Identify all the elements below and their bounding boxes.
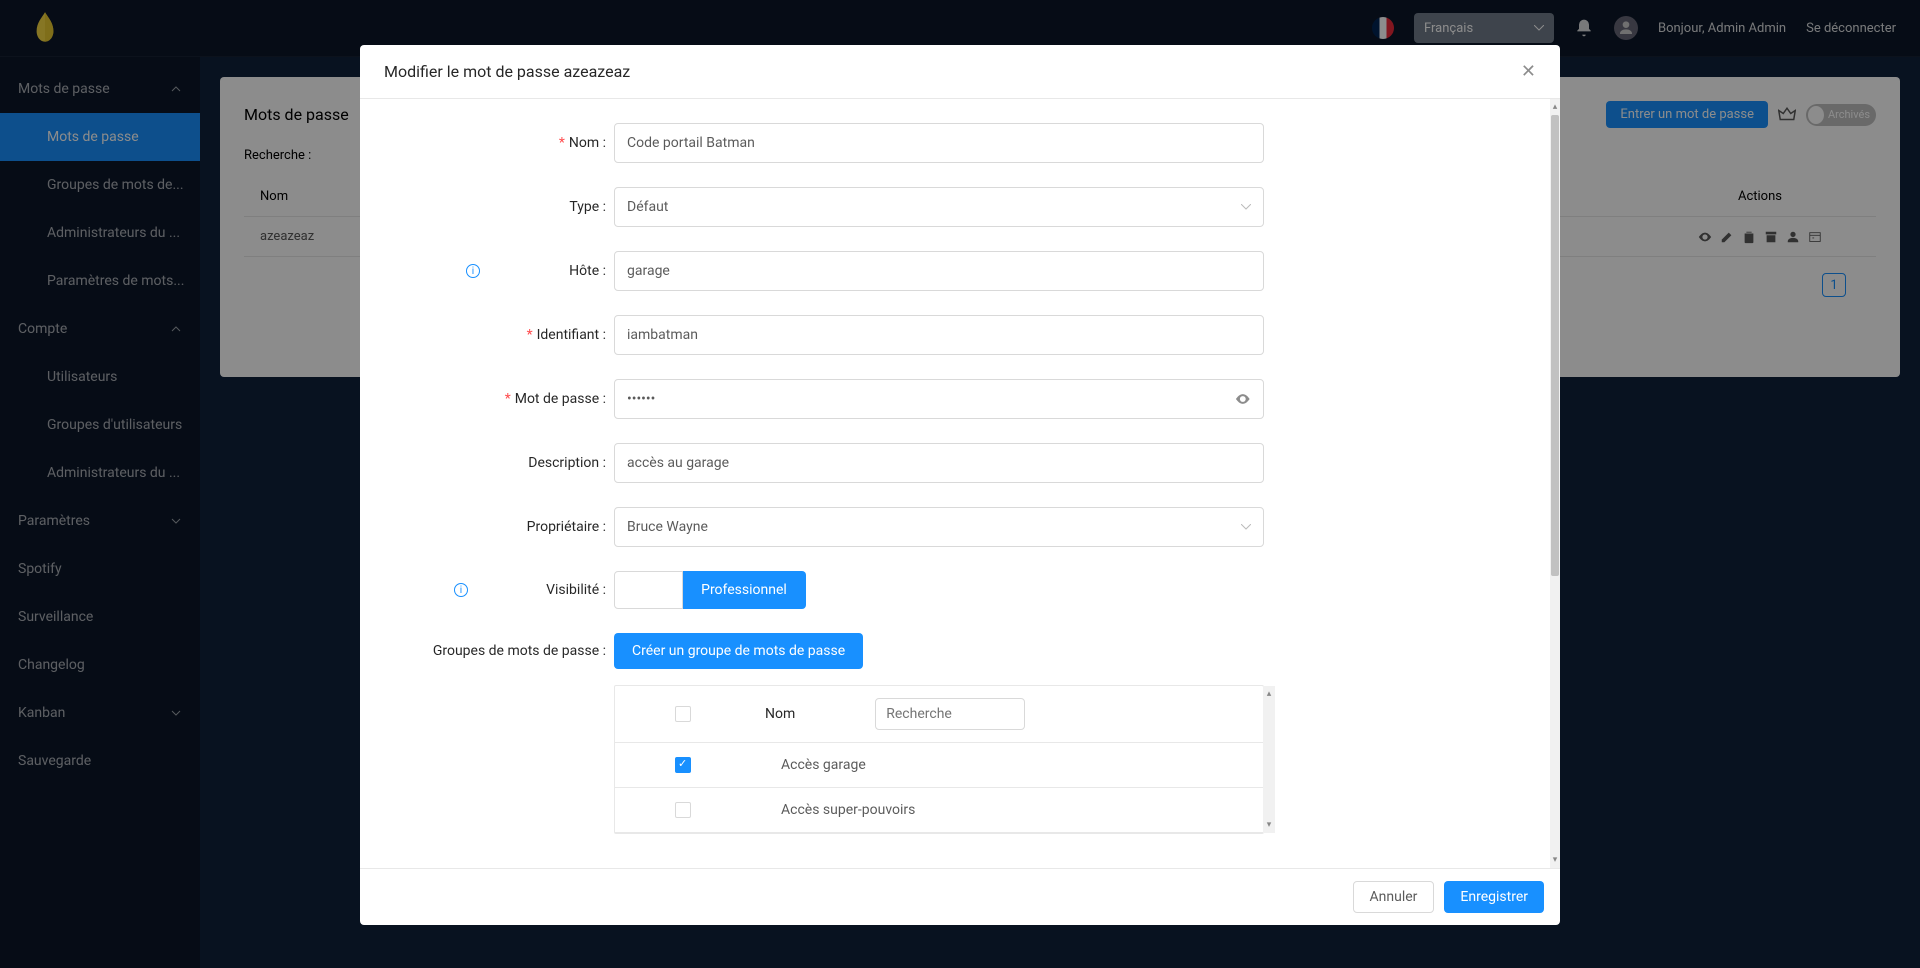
scroll-down-icon[interactable]: ▾	[1267, 817, 1272, 833]
modal-scrollbar[interactable]: ▴ ▾	[1550, 99, 1560, 868]
label-description: Description :	[384, 455, 614, 471]
description-input[interactable]	[627, 455, 1251, 471]
group-name: Accès garage	[781, 757, 866, 773]
visibility-prive[interactable]: Privé	[614, 571, 683, 609]
label-motdepasse: *Mot de passe :	[384, 391, 614, 407]
label-groupes: Groupes de mots de passe :	[384, 633, 614, 659]
info-icon[interactable]: i	[466, 264, 480, 278]
password-input[interactable]	[627, 391, 1235, 407]
label-visibilite: iVisibilité :	[384, 582, 614, 598]
group-row: Accès garage	[615, 743, 1263, 788]
scroll-thumb[interactable]	[1551, 115, 1559, 576]
nom-input[interactable]	[627, 135, 1251, 151]
info-icon[interactable]: i	[454, 583, 468, 597]
select-all-checkbox[interactable]	[675, 706, 691, 722]
owner-select[interactable]: Bruce Wayne	[614, 507, 1264, 547]
modal-title: Modifier le mot de passe azeazeaz	[384, 62, 630, 81]
label-nom: *Nom :	[384, 135, 614, 151]
save-button[interactable]: Enregistrer	[1444, 881, 1544, 913]
scroll-up-icon[interactable]: ▴	[1267, 686, 1272, 702]
group-row: Accès super-pouvoirs	[615, 788, 1263, 833]
group-name: Accès super-pouvoirs	[781, 802, 915, 818]
groups-scrollbar[interactable]: ▴ ▾	[1263, 686, 1275, 833]
type-value: Défaut	[627, 199, 668, 215]
label-type: Type :	[384, 199, 614, 215]
groups-col-nom: Nom	[765, 706, 795, 722]
scroll-up-icon[interactable]: ▴	[1550, 99, 1560, 115]
close-icon[interactable]: ✕	[1521, 61, 1536, 82]
group-checkbox[interactable]	[675, 757, 691, 773]
group-checkbox[interactable]	[675, 802, 691, 818]
groups-search-input[interactable]	[875, 698, 1025, 730]
edit-password-modal: Modifier le mot de passe azeazeaz ✕ *Nom…	[360, 45, 1560, 925]
create-group-button[interactable]: Créer un groupe de mots de passe	[614, 633, 863, 669]
label-identifiant: *Identifiant :	[384, 327, 614, 343]
chevron-down-icon	[1241, 204, 1251, 210]
cancel-button[interactable]: Annuler	[1353, 881, 1435, 913]
visibility-pro[interactable]: Professionnel	[683, 571, 806, 609]
hote-input[interactable]	[627, 263, 1251, 279]
label-proprietaire: Propriétaire :	[384, 519, 614, 535]
label-hote: iHôte :	[384, 263, 614, 279]
type-select[interactable]: Défaut	[614, 187, 1264, 227]
scroll-down-icon[interactable]: ▾	[1550, 852, 1560, 868]
identifiant-input[interactable]	[627, 327, 1251, 343]
chevron-down-icon	[1241, 524, 1251, 530]
eye-icon[interactable]	[1235, 391, 1251, 407]
groups-table: Nom Accès garage Accès super-pouvoirs	[614, 685, 1264, 834]
owner-value: Bruce Wayne	[627, 519, 708, 535]
